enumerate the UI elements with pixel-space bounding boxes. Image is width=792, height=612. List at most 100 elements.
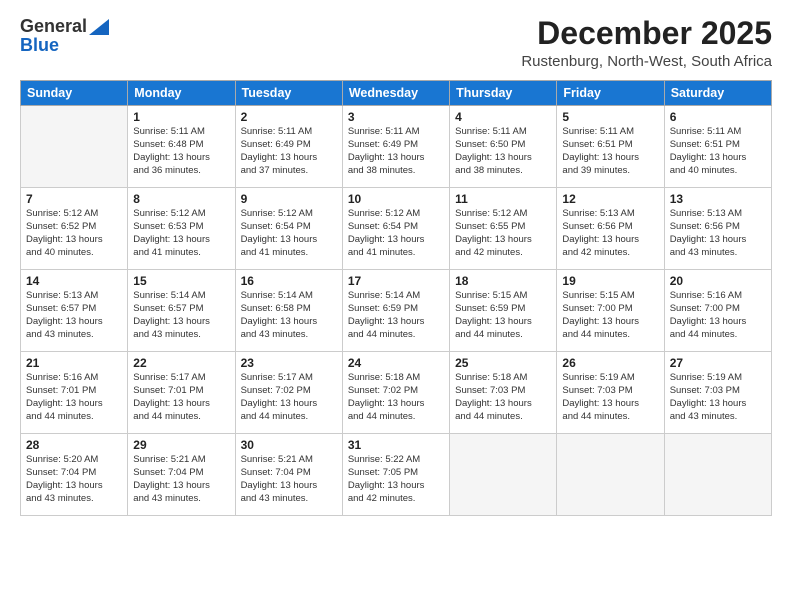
day-number: 2 <box>241 110 337 124</box>
header: General Blue December 2025 Rustenburg, N… <box>20 16 772 70</box>
day-number: 25 <box>455 356 551 370</box>
calendar-cell <box>450 434 557 516</box>
calendar-cell: 17 Sunrise: 5:14 AMSunset: 6:59 PMDayligh… <box>342 270 449 352</box>
cell-details: Sunrise: 5:18 AMSunset: 7:02 PMDaylight:… <box>348 372 444 423</box>
cell-details: Sunrise: 5:11 AMSunset: 6:50 PMDaylight:… <box>455 126 551 177</box>
day-number: 17 <box>348 274 444 288</box>
day-number: 5 <box>562 110 658 124</box>
day-number: 7 <box>26 192 122 206</box>
cell-details: Sunrise: 5:11 AMSunset: 6:48 PMDaylight:… <box>133 126 229 177</box>
calendar-cell: 26 Sunrise: 5:19 AMSunset: 7:03 PMDayligh… <box>557 352 664 434</box>
weekday-header-friday: Friday <box>557 81 664 106</box>
calendar-cell: 30 Sunrise: 5:21 AMSunset: 7:04 PMDayligh… <box>235 434 342 516</box>
day-number: 27 <box>670 356 766 370</box>
cell-details: Sunrise: 5:17 AMSunset: 7:01 PMDaylight:… <box>133 372 229 423</box>
day-number: 11 <box>455 192 551 206</box>
calendar-cell <box>557 434 664 516</box>
weekday-header-wednesday: Wednesday <box>342 81 449 106</box>
day-number: 31 <box>348 438 444 452</box>
day-number: 8 <box>133 192 229 206</box>
cell-details: Sunrise: 5:19 AMSunset: 7:03 PMDaylight:… <box>562 372 658 423</box>
cell-details: Sunrise: 5:13 AMSunset: 6:56 PMDaylight:… <box>562 208 658 259</box>
calendar-cell: 10 Sunrise: 5:12 AMSunset: 6:54 PMDayligh… <box>342 188 449 270</box>
cell-details: Sunrise: 5:12 AMSunset: 6:54 PMDaylight:… <box>241 208 337 259</box>
logo-blue: Blue <box>20 35 59 56</box>
calendar-cell: 14 Sunrise: 5:13 AMSunset: 6:57 PMDayligh… <box>21 270 128 352</box>
calendar-cell: 20Sunrise: 5:16 AMSunset: 7:00 PMDayligh… <box>664 270 771 352</box>
cell-details: Sunrise: 5:15 AMSunset: 7:00 PMDaylight:… <box>562 290 658 341</box>
week-row-4: 21 Sunrise: 5:16 AMSunset: 7:01 PMDayligh… <box>21 352 772 434</box>
calendar-cell: 29Sunrise: 5:21 AMSunset: 7:04 PMDayligh… <box>128 434 235 516</box>
cell-details: Sunrise: 5:14 AMSunset: 6:59 PMDaylight:… <box>348 290 444 341</box>
weekday-header-tuesday: Tuesday <box>235 81 342 106</box>
calendar-cell: 23 Sunrise: 5:17 AMSunset: 7:02 PMDayligh… <box>235 352 342 434</box>
day-number: 14 <box>26 274 122 288</box>
day-number: 3 <box>348 110 444 124</box>
logo: General Blue <box>20 16 109 56</box>
day-number: 10 <box>348 192 444 206</box>
calendar-cell: 7Sunrise: 5:12 AMSunset: 6:52 PMDaylight… <box>21 188 128 270</box>
cell-details: Sunrise: 5:13 AMSunset: 6:57 PMDaylight:… <box>26 290 122 341</box>
calendar-cell: 3 Sunrise: 5:11 AMSunset: 6:49 PMDaylight… <box>342 106 449 188</box>
weekday-header-saturday: Saturday <box>664 81 771 106</box>
calendar-cell: 18Sunrise: 5:15 AMSunset: 6:59 PMDayligh… <box>450 270 557 352</box>
week-row-1: 1Sunrise: 5:11 AMSunset: 6:48 PMDaylight… <box>21 106 772 188</box>
calendar-cell: 12Sunrise: 5:13 AMSunset: 6:56 PMDayligh… <box>557 188 664 270</box>
cell-details: Sunrise: 5:17 AMSunset: 7:02 PMDaylight:… <box>241 372 337 423</box>
day-number: 21 <box>26 356 122 370</box>
main-title: December 2025 <box>521 16 772 51</box>
cell-details: Sunrise: 5:11 AMSunset: 6:49 PMDaylight:… <box>348 126 444 177</box>
weekday-header-monday: Monday <box>128 81 235 106</box>
calendar-cell: 13Sunrise: 5:13 AMSunset: 6:56 PMDayligh… <box>664 188 771 270</box>
weekday-header-row: SundayMondayTuesdayWednesdayThursdayFrid… <box>21 81 772 106</box>
cell-details: Sunrise: 5:14 AMSunset: 6:58 PMDaylight:… <box>241 290 337 341</box>
day-number: 28 <box>26 438 122 452</box>
weekday-header-thursday: Thursday <box>450 81 557 106</box>
cell-details: Sunrise: 5:12 AMSunset: 6:54 PMDaylight:… <box>348 208 444 259</box>
week-row-2: 7Sunrise: 5:12 AMSunset: 6:52 PMDaylight… <box>21 188 772 270</box>
day-number: 22 <box>133 356 229 370</box>
calendar-cell: 6 Sunrise: 5:11 AMSunset: 6:51 PMDaylight… <box>664 106 771 188</box>
day-number: 4 <box>455 110 551 124</box>
cell-details: Sunrise: 5:12 AMSunset: 6:55 PMDaylight:… <box>455 208 551 259</box>
day-number: 23 <box>241 356 337 370</box>
logo-general: General <box>20 16 87 37</box>
calendar-cell: 24 Sunrise: 5:18 AMSunset: 7:02 PMDayligh… <box>342 352 449 434</box>
calendar-cell: 4 Sunrise: 5:11 AMSunset: 6:50 PMDaylight… <box>450 106 557 188</box>
calendar-cell: 28 Sunrise: 5:20 AMSunset: 7:04 PMDayligh… <box>21 434 128 516</box>
day-number: 9 <box>241 192 337 206</box>
cell-details: Sunrise: 5:14 AMSunset: 6:57 PMDaylight:… <box>133 290 229 341</box>
day-number: 26 <box>562 356 658 370</box>
cell-details: Sunrise: 5:11 AMSunset: 6:51 PMDaylight:… <box>670 126 766 177</box>
weekday-header-sunday: Sunday <box>21 81 128 106</box>
calendar-cell: 19Sunrise: 5:15 AMSunset: 7:00 PMDayligh… <box>557 270 664 352</box>
cell-details: Sunrise: 5:12 AMSunset: 6:53 PMDaylight:… <box>133 208 229 259</box>
sub-title: Rustenburg, North-West, South Africa <box>521 53 772 70</box>
day-number: 24 <box>348 356 444 370</box>
cell-details: Sunrise: 5:21 AMSunset: 7:04 PMDaylight:… <box>241 454 337 505</box>
calendar-cell <box>664 434 771 516</box>
calendar-cell: 31 Sunrise: 5:22 AMSunset: 7:05 PMDayligh… <box>342 434 449 516</box>
calendar-cell: 25Sunrise: 5:18 AMSunset: 7:03 PMDayligh… <box>450 352 557 434</box>
day-number: 29 <box>133 438 229 452</box>
calendar-cell: 5 Sunrise: 5:11 AMSunset: 6:51 PMDaylight… <box>557 106 664 188</box>
calendar: SundayMondayTuesdayWednesdayThursdayFrid… <box>20 80 772 516</box>
day-number: 30 <box>241 438 337 452</box>
cell-details: Sunrise: 5:16 AMSunset: 7:01 PMDaylight:… <box>26 372 122 423</box>
calendar-cell: 16 Sunrise: 5:14 AMSunset: 6:58 PMDayligh… <box>235 270 342 352</box>
cell-details: Sunrise: 5:22 AMSunset: 7:05 PMDaylight:… <box>348 454 444 505</box>
cell-details: Sunrise: 5:11 AMSunset: 6:51 PMDaylight:… <box>562 126 658 177</box>
calendar-cell: 21 Sunrise: 5:16 AMSunset: 7:01 PMDayligh… <box>21 352 128 434</box>
day-number: 16 <box>241 274 337 288</box>
week-row-3: 14 Sunrise: 5:13 AMSunset: 6:57 PMDayligh… <box>21 270 772 352</box>
day-number: 20 <box>670 274 766 288</box>
cell-details: Sunrise: 5:15 AMSunset: 6:59 PMDaylight:… <box>455 290 551 341</box>
calendar-cell: 9 Sunrise: 5:12 AMSunset: 6:54 PMDaylight… <box>235 188 342 270</box>
calendar-cell: 8 Sunrise: 5:12 AMSunset: 6:53 PMDaylight… <box>128 188 235 270</box>
cell-details: Sunrise: 5:20 AMSunset: 7:04 PMDaylight:… <box>26 454 122 505</box>
calendar-cell: 15Sunrise: 5:14 AMSunset: 6:57 PMDayligh… <box>128 270 235 352</box>
calendar-cell <box>21 106 128 188</box>
cell-details: Sunrise: 5:13 AMSunset: 6:56 PMDaylight:… <box>670 208 766 259</box>
calendar-cell: 27Sunrise: 5:19 AMSunset: 7:03 PMDayligh… <box>664 352 771 434</box>
day-number: 6 <box>670 110 766 124</box>
